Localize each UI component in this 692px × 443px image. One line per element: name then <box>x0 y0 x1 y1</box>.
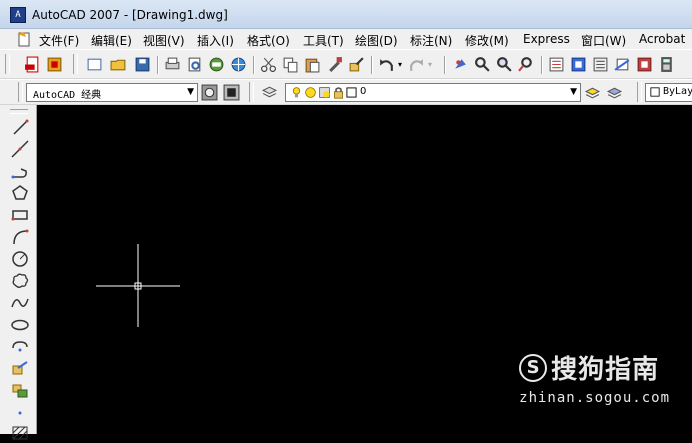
draw-toolbar <box>0 105 37 440</box>
line-icon[interactable] <box>10 117 30 137</box>
insert-block-icon[interactable] <box>10 359 30 379</box>
make-layer-current-icon[interactable] <box>584 84 601 101</box>
toolbar-grip[interactable] <box>18 82 23 102</box>
hatch-icon[interactable] <box>10 423 30 443</box>
new-file-icon[interactable] <box>86 56 103 73</box>
current-layer-name: 0 <box>360 86 367 97</box>
watermark-url: zhinan.sogou.com <box>519 390 670 406</box>
sun-icon[interactable] <box>304 86 317 99</box>
paste-icon[interactable] <box>304 56 321 73</box>
sheet-set-icon[interactable] <box>614 56 631 73</box>
calculator-icon[interactable] <box>658 56 675 73</box>
spline-icon[interactable] <box>10 293 30 313</box>
menu-tools[interactable]: 工具(T) <box>303 32 344 49</box>
pdf-icon[interactable] <box>24 56 41 73</box>
toolbar-grip[interactable] <box>10 109 28 114</box>
workspace-layer-toolbar: AutoCAD 经典 ▼ 0 ▼ ByLay <box>0 79 692 105</box>
copy-icon[interactable] <box>282 56 299 73</box>
arc-icon[interactable] <box>10 227 30 247</box>
match-properties-icon[interactable] <box>326 56 343 73</box>
chevron-down-icon: ▼ <box>570 87 577 97</box>
color-select[interactable]: ByLay <box>645 83 692 102</box>
open-file-icon[interactable] <box>110 56 127 73</box>
chevron-down-icon: ▼ <box>187 87 194 97</box>
layer-select[interactable]: 0 ▼ <box>285 83 581 102</box>
toolbar-separator <box>541 56 543 74</box>
properties-icon[interactable] <box>548 56 565 73</box>
lock-icon[interactable] <box>332 86 345 99</box>
tool-palettes-icon[interactable] <box>592 56 609 73</box>
zoom-previous-icon[interactable] <box>518 56 535 73</box>
layer-previous-icon[interactable] <box>606 84 623 101</box>
undo-dropdown-icon[interactable]: ▾ <box>396 56 404 73</box>
publish-web-icon[interactable] <box>230 56 247 73</box>
watermark-brand: 搜狗指南 <box>551 355 660 385</box>
title-bar: A AutoCAD 2007 - [Drawing1.dwg] <box>0 0 692 29</box>
polygon-icon[interactable] <box>10 183 30 203</box>
undo-icon[interactable] <box>378 56 395 73</box>
toolbar-grip[interactable] <box>249 82 254 102</box>
redo-icon[interactable] <box>408 56 425 73</box>
menu-insert[interactable]: 插入(I) <box>197 32 234 49</box>
workspace-settings-icon[interactable] <box>201 84 218 101</box>
construction-line-icon[interactable] <box>10 139 30 159</box>
pdf-settings-icon[interactable] <box>46 56 63 73</box>
markup-set-icon[interactable] <box>636 56 653 73</box>
menu-edit[interactable]: 编辑(E) <box>91 32 132 49</box>
sogou-logo-icon: S <box>519 353 548 382</box>
block-editor-icon[interactable] <box>348 56 365 73</box>
toolbar-grip[interactable] <box>637 82 642 102</box>
point-icon[interactable] <box>10 403 30 423</box>
zoom-window-icon[interactable] <box>496 56 513 73</box>
design-center-icon[interactable] <box>570 56 587 73</box>
lightbulb-icon[interactable] <box>290 86 303 99</box>
toolbar-separator <box>253 56 255 74</box>
plot-preview-icon[interactable] <box>186 56 203 73</box>
autocad-app-icon[interactable]: A <box>10 7 26 23</box>
revision-cloud-icon[interactable] <box>10 271 30 291</box>
menu-express[interactable]: Express <box>523 32 570 46</box>
menu-format[interactable]: 格式(O) <box>247 32 290 49</box>
current-color: ByLay <box>663 86 692 97</box>
toolbar-separator <box>157 56 159 74</box>
ellipse-arc-icon[interactable] <box>10 337 30 357</box>
document-icon[interactable] <box>16 31 32 47</box>
toolbar-separator <box>371 56 373 74</box>
menu-modify[interactable]: 修改(M) <box>465 32 509 49</box>
polyline-icon[interactable] <box>10 161 30 181</box>
rectangle-icon[interactable] <box>10 205 30 225</box>
standard-toolbar: ▾ ▾ <box>0 49 692 79</box>
menu-view[interactable]: 视图(V) <box>143 32 185 49</box>
layer-properties-icon[interactable] <box>261 84 278 101</box>
layer-color-swatch[interactable] <box>346 87 357 98</box>
save-icon[interactable] <box>134 56 151 73</box>
menu-acrobat[interactable]: Acrobat <box>639 32 685 46</box>
menu-bar: 文件(F) 编辑(E) 视图(V) 插入(I) 格式(O) 工具(T) 绘图(D… <box>0 29 692 49</box>
watermark: S 搜狗指南 zhinan.sogou.com <box>519 349 670 406</box>
window-title: AutoCAD 2007 - [Drawing1.dwg] <box>32 8 228 22</box>
circle-icon[interactable] <box>10 249 30 269</box>
color-swatch <box>650 87 660 97</box>
toolbar-separator <box>444 56 446 74</box>
plot-icon[interactable] <box>164 56 181 73</box>
menu-file[interactable]: 文件(F) <box>39 32 79 49</box>
make-block-icon[interactable] <box>10 381 30 401</box>
zoom-realtime-icon[interactable] <box>474 56 491 73</box>
menu-dimension[interactable]: 标注(N) <box>410 32 452 49</box>
cut-icon[interactable] <box>260 56 277 73</box>
toolbar-grip[interactable] <box>5 54 10 74</box>
workspace-selected: AutoCAD 经典 <box>33 90 102 101</box>
publish-icon[interactable] <box>208 56 225 73</box>
pan-icon[interactable] <box>452 56 469 73</box>
toolbar-grip[interactable] <box>73 54 78 74</box>
workspace-select[interactable]: AutoCAD 经典 ▼ <box>26 83 198 102</box>
menu-draw[interactable]: 绘图(D) <box>355 32 398 49</box>
ellipse-icon[interactable] <box>10 315 30 335</box>
menu-window[interactable]: 窗口(W) <box>581 32 626 49</box>
workspace-save-icon[interactable] <box>223 84 240 101</box>
redo-dropdown-icon[interactable]: ▾ <box>426 56 434 73</box>
viewport-freeze-icon[interactable] <box>318 86 331 99</box>
